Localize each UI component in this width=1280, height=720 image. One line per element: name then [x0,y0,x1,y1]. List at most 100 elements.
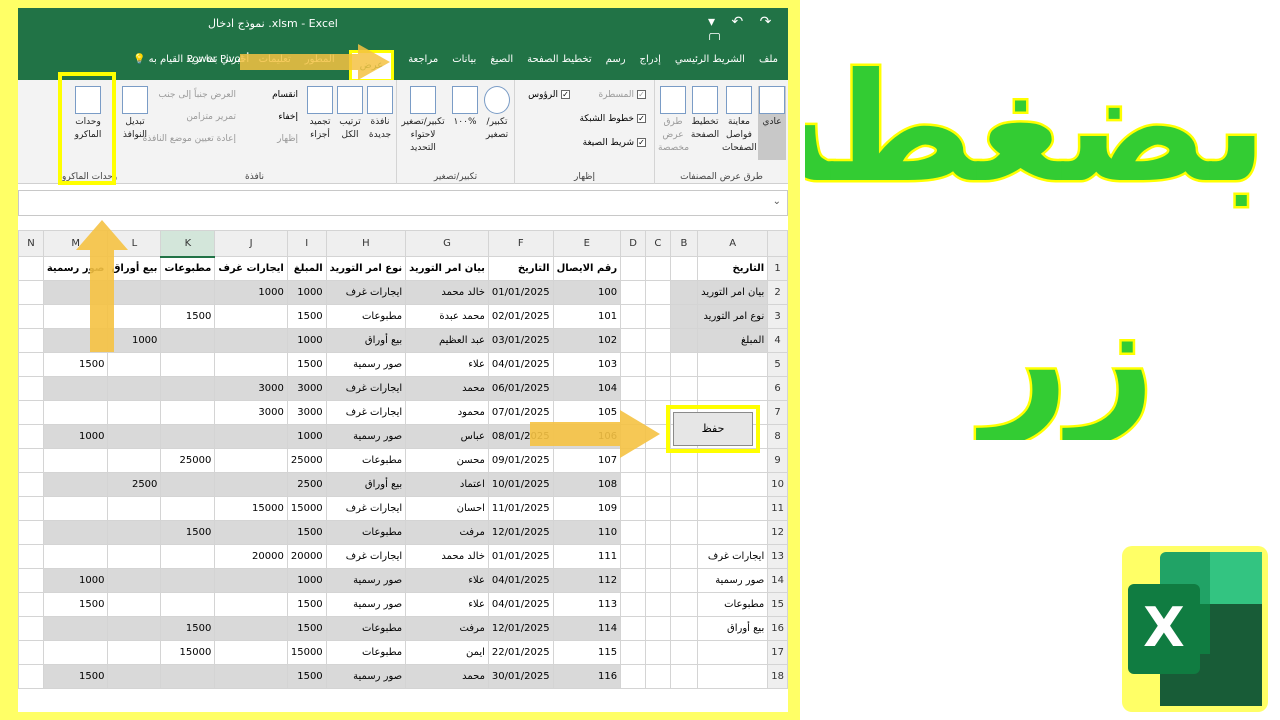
cell[interactable] [620,328,647,353]
tab-6[interactable]: بيانات [452,54,476,82]
data-cell-k[interactable] [160,544,216,569]
data-cell-e[interactable]: 114 [552,616,622,641]
cell[interactable] [645,640,671,665]
cell[interactable] [18,568,44,593]
column-header-h[interactable]: H [325,230,407,257]
header-cell-g[interactable]: بيان امر التوريد [405,256,489,281]
data-cell-m[interactable] [42,496,109,521]
cell[interactable] [620,520,647,545]
data-cell-j[interactable]: 3000 [214,376,288,401]
data-cell-e[interactable]: 100 [552,280,622,305]
data-cell-k[interactable]: 1500 [160,616,216,641]
page-layout-button[interactable]: تخطيط الصفحة [690,86,720,142]
cell[interactable] [18,304,44,329]
row-number[interactable]: 12 [767,520,788,545]
cell[interactable] [669,616,699,641]
header-cell-k[interactable]: مطبوعات [160,256,216,281]
data-cell-g[interactable]: عبد العظيم [405,328,489,353]
cell[interactable] [645,520,671,545]
cell[interactable] [645,616,671,641]
cell[interactable] [669,376,699,401]
cell[interactable] [697,520,769,545]
row-number[interactable]: 5 [767,352,788,377]
data-cell-i[interactable]: 15000 [286,496,327,521]
data-cell-g[interactable]: محمد عبدة [405,304,489,329]
tab-3[interactable]: رسم [606,54,626,82]
data-cell-e[interactable]: 103 [552,352,622,377]
data-cell-h[interactable]: بيع أوراق [325,472,407,497]
data-cell-f[interactable]: 06/01/2025 [487,376,554,401]
save-button[interactable]: حفظ [666,405,760,453]
formula-bar[interactable]: ⌄ [18,190,788,216]
data-cell-h[interactable]: صور رسمية [325,424,407,449]
row-number[interactable]: 9 [767,448,788,473]
cell[interactable] [697,472,769,497]
cell[interactable] [18,352,44,377]
data-cell-g[interactable]: اعتماد [405,472,489,497]
cell[interactable] [645,280,671,305]
data-cell-f[interactable]: 04/01/2025 [487,352,554,377]
data-cell-k[interactable] [160,400,216,425]
data-cell-e[interactable]: 112 [552,568,622,593]
data-cell-h[interactable]: ايجارات غرف [325,280,407,305]
cell[interactable] [620,376,647,401]
row-number[interactable]: 3 [767,304,788,329]
cell[interactable] [697,376,769,401]
row-number[interactable]: 14 [767,568,788,593]
data-cell-i[interactable]: 3000 [286,376,327,401]
row-number[interactable]: 10 [767,472,788,497]
data-cell-k[interactable] [160,592,216,617]
cell[interactable] [669,520,699,545]
data-cell-k[interactable] [160,664,216,689]
freeze-panes-button[interactable]: تجميد أجزاء [306,86,334,142]
data-cell-f[interactable]: 04/01/2025 [487,592,554,617]
data-cell-j[interactable] [214,568,288,593]
normal-view-button[interactable]: عادي [758,86,786,160]
data-cell-l[interactable] [107,448,162,473]
row-number[interactable]: 17 [767,640,788,665]
cell[interactable] [18,616,44,641]
label-cell-a[interactable]: المبلغ [697,328,769,353]
data-cell-g[interactable]: مرفت [405,616,489,641]
cell[interactable] [645,472,671,497]
cell[interactable] [669,328,699,353]
data-cell-e[interactable]: 101 [552,304,622,329]
data-cell-l[interactable] [107,424,162,449]
column-header-b[interactable]: B [669,230,699,257]
cell[interactable] [697,664,769,689]
tab-1[interactable]: الشريط الرئيسي [675,54,745,82]
cell[interactable] [620,544,647,569]
cell[interactable] [645,496,671,521]
cell[interactable] [18,448,44,473]
page-break-preview-button[interactable]: معاينة فواصل الصفحات [722,86,757,155]
row-number[interactable]: 18 [767,664,788,689]
data-cell-j[interactable]: 1000 [214,280,288,305]
row-number[interactable]: 13 [767,544,788,569]
data-cell-g[interactable]: عباس [405,424,489,449]
cell[interactable] [669,496,699,521]
header-cell-f[interactable]: التاريخ [487,256,554,281]
row-number[interactable]: 16 [767,616,788,641]
cell[interactable] [645,304,671,329]
data-cell-i[interactable]: 1000 [286,280,327,305]
data-cell-l[interactable] [107,664,162,689]
row-number[interactable]: 8 [767,424,788,449]
column-header-i[interactable]: I [286,230,327,257]
cell[interactable] [697,496,769,521]
data-cell-j[interactable] [214,520,288,545]
split-button[interactable]: انقسام [272,90,298,100]
data-cell-m[interactable] [42,520,109,545]
cell[interactable] [18,400,44,425]
data-cell-k[interactable] [160,328,216,353]
sync-scrolling-button[interactable]: تمرير متزامن [186,112,236,122]
cell[interactable] [669,472,699,497]
data-cell-k[interactable] [160,352,216,377]
cell[interactable] [669,280,699,305]
data-cell-g[interactable]: احسان [405,496,489,521]
data-cell-e[interactable]: 102 [552,328,622,353]
cell[interactable] [18,640,44,665]
data-cell-j[interactable] [214,592,288,617]
custom-views-button[interactable]: طرق عرض مخصصة [658,86,689,155]
data-cell-h[interactable]: ايجارات غرف [325,544,407,569]
cell[interactable] [18,376,44,401]
